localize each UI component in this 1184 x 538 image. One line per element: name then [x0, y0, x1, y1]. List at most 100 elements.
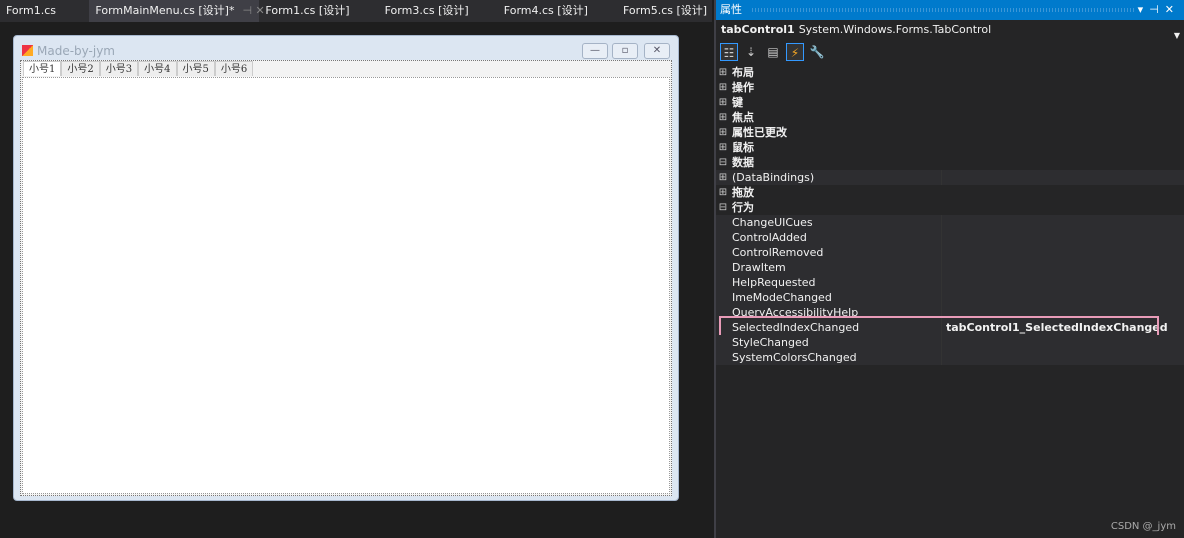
expand-icon[interactable]: ⊞ — [716, 65, 730, 80]
property-row[interactable]: SystemColorsChanged — [716, 350, 1184, 365]
doc-tab[interactable]: Form1.cs — [0, 0, 89, 22]
property-name: ChangeUICues — [730, 215, 942, 230]
close-icon[interactable]: ✕ — [1165, 3, 1180, 16]
object-selector[interactable]: tabControl1 System.Windows.Forms.TabContr… — [716, 20, 1184, 40]
property-row[interactable]: DrawItem — [716, 260, 1184, 275]
property-category[interactable]: ⊞ 布局 — [716, 65, 1184, 80]
property-value[interactable] — [942, 230, 1184, 245]
property-row[interactable]: ControlAdded — [716, 230, 1184, 245]
property-category[interactable]: ⊞ 鼠标 — [716, 140, 1184, 155]
designer-surface: Made-by-jym — ▫ ✕ 小号1 小号2 小号3 小号4 小号5 小号6 — [0, 22, 712, 538]
expand-icon[interactable]: ⊞ — [716, 110, 730, 125]
doc-tab[interactable]: Form3.cs [设计] — [379, 0, 498, 22]
categorized-icon[interactable]: ☷ — [720, 43, 738, 61]
property-category[interactable]: ⊞ 属性已更改 — [716, 125, 1184, 140]
property-category[interactable]: ⊟ 数据 — [716, 155, 1184, 170]
tab-control[interactable]: 小号1 小号2 小号3 小号4 小号5 小号6 — [20, 60, 672, 496]
property-value[interactable] — [942, 275, 1184, 290]
events-lightning-icon[interactable]: ⚡ — [786, 43, 804, 61]
property-name: HelpRequested — [730, 275, 942, 290]
collapse-icon[interactable]: ⊟ — [716, 200, 730, 215]
chevron-down-icon[interactable]: ▼ — [1174, 26, 1180, 46]
property-value[interactable] — [942, 245, 1184, 260]
close-button[interactable]: ✕ — [644, 43, 670, 59]
doc-tab[interactable]: FormMainMenu.cs [设计]* ⊣ ✕ — [89, 0, 265, 22]
expand-icon[interactable]: ⊞ — [716, 140, 730, 155]
property-name: 数据 — [732, 156, 754, 169]
expand-icon[interactable]: ⊞ — [716, 170, 730, 185]
property-category[interactable]: ⊟ 行为 — [716, 200, 1184, 215]
form-icon — [22, 45, 33, 56]
property-row[interactable]: ControlRemoved — [716, 245, 1184, 260]
property-value[interactable] — [942, 290, 1184, 305]
property-category[interactable]: ⊞ 键 — [716, 95, 1184, 110]
property-row[interactable]: HelpRequested — [716, 275, 1184, 290]
doc-tab-label: Form4.cs [设计] — [503, 4, 588, 17]
property-category[interactable]: ⊞ 拖放 — [716, 185, 1184, 200]
property-name: StyleChanged — [730, 335, 942, 350]
object-type: System.Windows.Forms.TabControl — [798, 23, 992, 36]
property-name: ImeModeChanged — [730, 290, 942, 305]
form-tab[interactable]: 小号5 — [176, 61, 215, 76]
expand-icon[interactable]: ⊞ — [716, 125, 730, 140]
doc-tab[interactable]: Form1.cs [设计] — [259, 0, 378, 22]
properties-panel: 属性 ▾⊣✕ tabControl1 System.Windows.Forms.T… — [714, 0, 1184, 538]
property-value[interactable] — [942, 170, 1184, 185]
form-window[interactable]: Made-by-jym — ▫ ✕ 小号1 小号2 小号3 小号4 小号5 小号6 — [13, 35, 679, 501]
property-row[interactable]: ChangeUICues — [716, 215, 1184, 230]
property-name: DrawItem — [730, 260, 942, 275]
property-category[interactable]: ⊞ 焦点 — [716, 110, 1184, 125]
form-tab[interactable]: 小号6 — [214, 61, 254, 76]
property-name: ControlAdded — [730, 230, 942, 245]
property-category[interactable]: ⊞ 操作 — [716, 80, 1184, 95]
doc-tab[interactable]: Form5.cs [设计] — [617, 0, 712, 22]
doc-tab-label: FormMainMenu.cs [设计]* — [95, 4, 235, 17]
property-value[interactable] — [942, 335, 1184, 350]
property-row[interactable]: QueryAccessibilityHelp — [716, 305, 1184, 320]
form-tab[interactable]: 小号3 — [99, 61, 139, 76]
pin-icon[interactable]: ⊣ — [1149, 3, 1165, 16]
grip — [752, 8, 1134, 12]
watermark: CSDN @_jym — [1110, 521, 1176, 532]
properties-icon[interactable]: ▤ — [764, 43, 782, 61]
alphabetical-icon[interactable]: ⇣ — [742, 43, 760, 61]
dropdown-icon[interactable]: ▾ — [1138, 3, 1150, 16]
property-row[interactable]: SelectedIndexChanged tabControl1_Selected… — [716, 316, 1184, 339]
doc-tab-label: Form5.cs [设计] — [622, 4, 708, 17]
properties-title: 属性 — [720, 3, 742, 16]
form-title: Made-by-jym — [22, 44, 115, 58]
property-name: ControlRemoved — [730, 245, 942, 260]
collapse-icon[interactable]: ⊟ — [716, 155, 730, 170]
doc-tab-label: Form3.cs [设计] — [384, 4, 469, 17]
form-tab[interactable]: 小号2 — [61, 61, 100, 76]
property-name: 焦点 — [732, 111, 754, 124]
minimize-button[interactable]: — — [582, 43, 608, 59]
property-row[interactable]: ImeModeChanged — [716, 290, 1184, 305]
property-value[interactable]: tabControl1_SelectedIndexChanged — [942, 320, 1184, 335]
expand-icon[interactable]: ⊞ — [716, 185, 730, 200]
tab-page[interactable] — [22, 77, 670, 494]
expand-icon[interactable]: ⊞ — [716, 80, 730, 95]
property-value[interactable] — [942, 350, 1184, 365]
property-value[interactable] — [942, 215, 1184, 230]
form-tab[interactable]: 小号4 — [138, 61, 177, 76]
expand-icon[interactable]: ⊞ — [716, 95, 730, 110]
property-value[interactable] — [942, 260, 1184, 275]
doc-tab[interactable]: Form4.cs [设计] — [498, 0, 617, 22]
property-row[interactable]: StyleChanged — [716, 335, 1184, 350]
doc-tab-label: Form1.cs — [6, 4, 56, 17]
form-title-text: Made-by-jym — [37, 44, 115, 58]
maximize-button[interactable]: ▫ — [612, 43, 638, 59]
form-tab[interactable]: 小号1 — [23, 61, 62, 76]
property-pages-wrench-icon[interactable]: 🔧 — [808, 43, 826, 61]
property-value[interactable] — [942, 305, 1184, 320]
property-row[interactable]: ⊞ (DataBindings) — [716, 170, 1184, 185]
